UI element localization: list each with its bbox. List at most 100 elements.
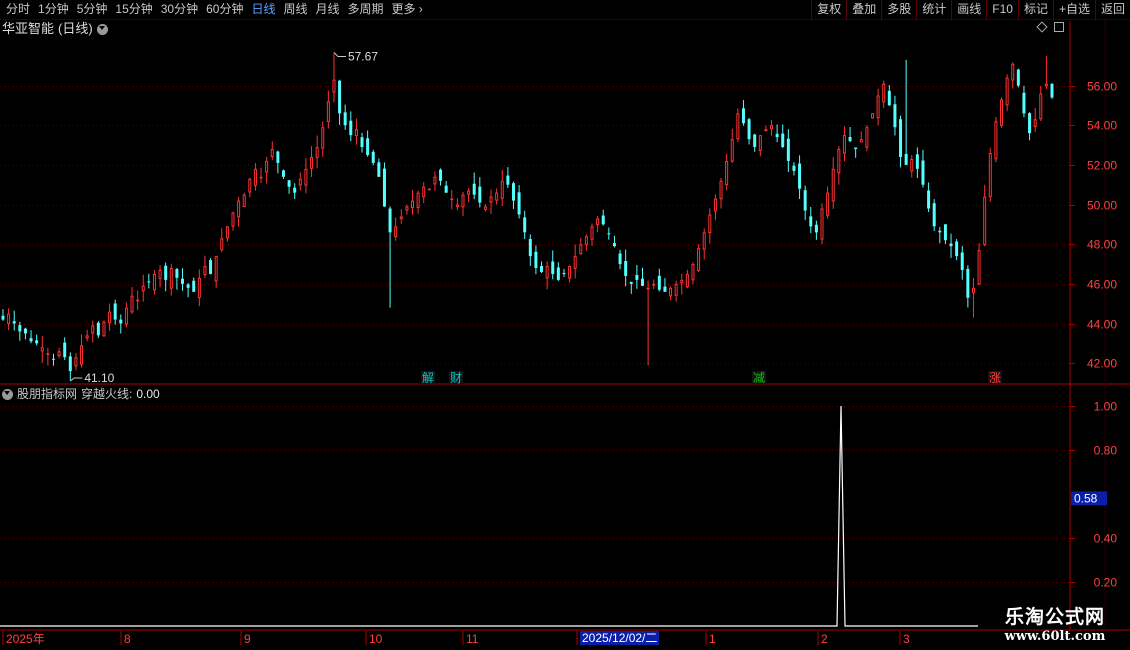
watermark-url: www.60lt.com	[1004, 629, 1106, 644]
candle-body-up	[450, 198, 454, 201]
candle-body-up	[770, 125, 774, 130]
candle-body-up	[108, 311, 112, 324]
candle-body-up	[820, 208, 824, 240]
period-tab-4[interactable]: 30分钟	[157, 0, 202, 20]
candle-body-down	[377, 162, 381, 177]
candle-body-up	[124, 307, 128, 325]
action-button-3[interactable]: 统计	[916, 0, 951, 20]
event-marker-0[interactable]: 解	[422, 371, 434, 385]
action-button-1[interactable]: 叠加	[846, 0, 881, 20]
period-tab-9[interactable]: 多周期	[344, 0, 388, 20]
candle-body-up	[646, 287, 650, 290]
candle-body-down	[562, 272, 566, 274]
price-tick-label: 56.00	[1087, 80, 1117, 94]
candle-body-up	[708, 214, 712, 234]
candle-body-up	[461, 194, 465, 208]
toolbar: 分时 1分钟 5分钟 15分钟 30分钟 60分钟 日线 周线 月线 多周期 更多 › 复权 叠加 多股…	[0, 0, 1130, 20]
candle-body-up	[231, 212, 235, 227]
candle-body-down	[388, 208, 392, 233]
period-tab-10[interactable]: 更多 ›	[388, 0, 427, 20]
chart-settings-dropdown-icon[interactable]	[96, 23, 108, 35]
candle-body-down	[96, 322, 100, 336]
candle-body-up	[248, 178, 252, 193]
period-tab-3[interactable]: 15分钟	[111, 0, 156, 20]
candle-body-up	[7, 313, 11, 325]
candle-body-up	[304, 168, 308, 186]
candle-body-up	[405, 206, 409, 211]
candle-body-up	[57, 351, 61, 357]
candle-body-up	[416, 192, 420, 208]
candle-body-down	[338, 80, 342, 114]
indicator-tick-label: 0.80	[1094, 444, 1118, 458]
candle-body-down	[1016, 69, 1020, 86]
candle-body-up	[1011, 63, 1015, 81]
candle-body-up	[74, 357, 78, 367]
candle-body-up	[203, 266, 207, 276]
candle-body-down	[23, 328, 27, 334]
action-button-0[interactable]: 复权	[811, 0, 846, 20]
period-tab-0[interactable]: 分时	[2, 0, 34, 20]
event-marker-1[interactable]: 财	[450, 371, 462, 385]
period-tab-7[interactable]: 周线	[279, 0, 311, 20]
candle-body-down	[1028, 113, 1032, 134]
action-button-7[interactable]: +自选	[1052, 0, 1095, 20]
period-tab-1[interactable]: 1分钟	[34, 0, 73, 20]
diamond-icon[interactable]	[1036, 21, 1048, 33]
high-price-pointer	[333, 52, 346, 57]
period-tab-6[interactable]: 日线	[247, 0, 279, 20]
action-button-2[interactable]: 多股	[881, 0, 916, 20]
period-tab-5[interactable]: 60分钟	[202, 0, 247, 20]
date-tick-label: 1	[709, 632, 716, 646]
candle-body-down	[809, 216, 813, 227]
stock-name[interactable]: 华亚智能	[2, 21, 54, 37]
candle-body-down	[540, 266, 544, 272]
candle-body-up	[197, 277, 201, 298]
candle-body-down	[175, 269, 179, 278]
action-button-6[interactable]: 标记	[1017, 0, 1053, 20]
candle-body-up	[169, 267, 173, 289]
candle-body-up	[315, 147, 319, 158]
candle-body-up	[253, 168, 257, 186]
indicator-line-label: 穿越火线:	[81, 387, 133, 401]
event-marker-2[interactable]: 减	[753, 371, 765, 385]
candle-body-up	[394, 226, 398, 238]
low-price-label: 41.10	[84, 371, 114, 385]
candle-body-up	[669, 287, 673, 297]
candle-body-down	[927, 190, 931, 209]
candle-body-down	[511, 183, 515, 201]
indicator-name[interactable]: 股朋指标网	[17, 386, 77, 402]
candle-body-up	[270, 149, 274, 158]
price-tick-label: 46.00	[1087, 278, 1117, 292]
action-button-4[interactable]: 画线	[951, 0, 986, 20]
action-button-5[interactable]: F10	[986, 0, 1018, 20]
candle-body-up	[579, 244, 583, 255]
candle-body-up	[310, 156, 314, 169]
candle-body-up	[736, 113, 740, 140]
candle-body-up	[411, 200, 415, 209]
kline-chart-canvas[interactable]: 56.00 54.00 52.00 50.00 48.00 46.00 44.00 42.00…	[0, 0, 1130, 650]
candle-body-down	[966, 268, 970, 298]
candle-body-down	[624, 260, 628, 276]
candle-body-down	[601, 215, 605, 225]
candle-body-down	[29, 338, 33, 342]
candle-body-up	[758, 135, 762, 151]
candle-body-up	[158, 269, 162, 280]
candle-body-up	[326, 101, 330, 123]
candle-body-up	[680, 279, 684, 284]
maximize-icon[interactable]	[1054, 22, 1064, 32]
action-button-8[interactable]: 返回	[1094, 0, 1130, 20]
candle-body-up	[483, 206, 487, 210]
date-tick-label: 8	[124, 632, 131, 646]
candle-body-down	[781, 133, 785, 148]
chart-corner-icons	[1036, 21, 1064, 33]
indicator-settings-dropdown-icon[interactable]	[2, 388, 13, 400]
candle-body-down	[343, 112, 347, 126]
price-tick-label: 52.00	[1087, 159, 1117, 173]
candle-body-down	[803, 190, 807, 211]
period-tab-2[interactable]: 5分钟	[73, 0, 112, 20]
candle-body-down	[293, 187, 297, 193]
period-tab-8[interactable]: 月线	[312, 0, 344, 20]
candle-body-down	[186, 284, 190, 288]
candle-body-down	[360, 137, 364, 148]
event-marker-3[interactable]: 涨	[989, 370, 1001, 385]
